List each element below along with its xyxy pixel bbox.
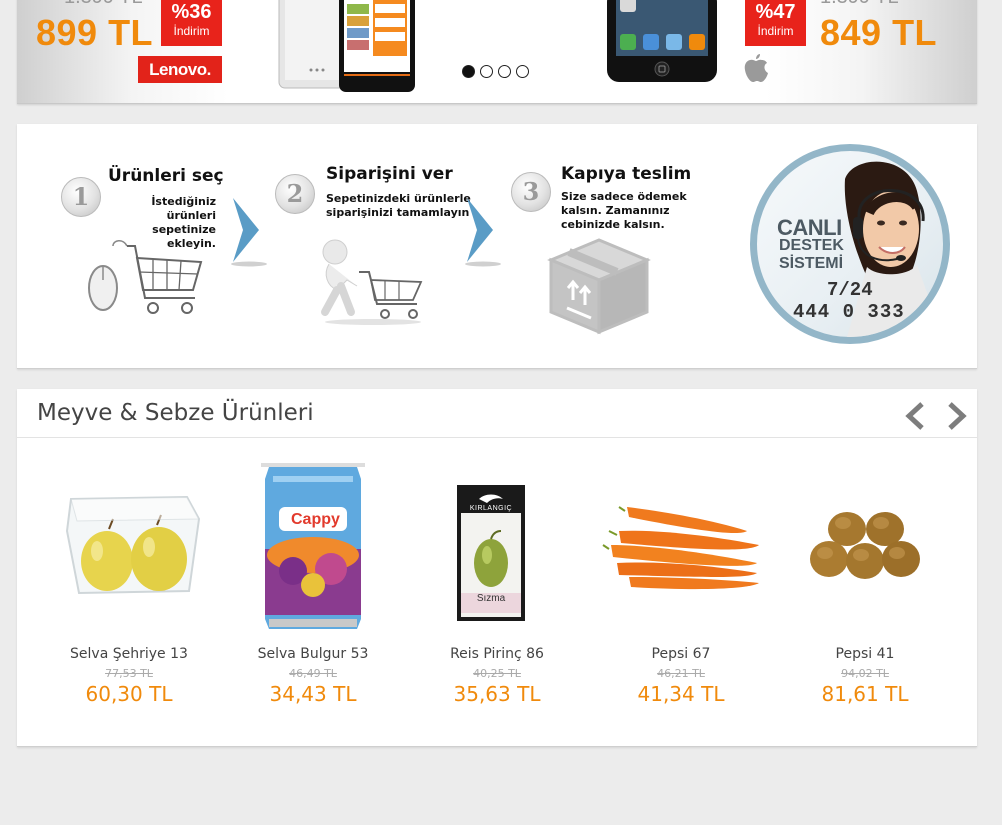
right-discount-pct: %47 [755,1,796,23]
olive-brand-label: KIRLANGIÇ [469,505,513,512]
left-discount-badge: %36 İndirim [161,0,222,46]
product-name[interactable]: Selva Şehriye 13 [37,646,221,662]
product-old-price: 77,53 TL [105,667,153,680]
chevron-right-icon [948,402,967,430]
slider-dot-2[interactable] [480,65,493,78]
product-price: 60,30 TL [85,682,173,706]
support-hours: 7/24 [827,279,873,301]
step-3-desc-line-2: kalsın. Zamanınız [561,204,670,217]
product-name[interactable]: Reis Pirinç 86 [405,646,589,662]
lenovo-phone-image[interactable] [277,0,417,94]
section-title: Meyve & Sebze Ürünleri [37,400,314,426]
step-2-desc-line-2: siparişinizi tamamlayın [326,206,470,219]
product-image-pears[interactable] [37,459,221,634]
step-3-desc-line-1: Size sadece ödemek [561,190,687,203]
live-support-badge[interactable]: CANLI DESTEK SİSTEMİ 7/24 444 0 333 [750,144,950,344]
step-2-desc: Sepetinizdeki ürünlerle siparişinizi tam… [326,192,471,220]
promo-slider[interactable]: 1.399 TL 899 TL %36 İndirim Lenovo. [17,0,977,104]
step-3-title: Kapıya teslim [561,164,692,184]
product-name[interactable]: Pepsi 67 [589,646,773,662]
slider-dot-4[interactable] [516,65,529,78]
iphone-image[interactable] [606,0,718,84]
product-card[interactable]: Selva Şehriye 13 77,53 TL 60,30 TL [37,459,221,706]
apple-logo-icon [742,52,772,84]
product-image-kiwis[interactable] [773,459,957,634]
product-old-price: 40,25 TL [473,667,521,680]
step-1-number: 1 [61,177,101,217]
product-card[interactable]: Pepsi 41 94,02 TL 81,61 TL [773,459,957,706]
product-price: 41,34 TL [637,682,725,706]
product-image-cappy[interactable]: Cappy [221,459,405,634]
right-old-price: 1.399 TL [820,0,899,9]
product-old-price: 46,21 TL [657,667,705,680]
lenovo-logo: Lenovo. [138,56,222,83]
slider-pagination [462,65,529,78]
order-steps-panel: 1 Ürünleri seç İstediğiniz ürünleri sepe… [17,124,977,369]
left-old-price: 1.399 TL [64,0,143,9]
slider-dot-3[interactable] [498,65,511,78]
product-card[interactable]: Cappy Selva Bulgur 53 46,49 TL 34,43 TL [221,459,405,706]
product-old-price: 94,02 TL [841,667,889,680]
person-cart-icon [313,234,425,326]
step-3-desc: Size sadece ödemek kalsın. Zamanınız ceb… [561,190,687,232]
support-title-line-2: DESTEK [779,237,844,254]
product-price: 35,63 TL [453,682,541,706]
step-1-desc-line-1: İstediğiniz ürünleri [151,195,216,222]
step-arrow-2-icon [463,196,503,272]
step-2-desc-line-1: Sepetinizdeki ürünlerle [326,192,471,205]
support-phone[interactable]: 444 0 333 [793,301,905,323]
support-title-line-3: SİSTEMİ [779,255,844,272]
chevron-left-icon [905,402,924,430]
carousel-prev-button[interactable] [902,401,928,431]
product-card[interactable]: KIRLANGIÇ Sızma Reis Pirinç 86 40,25 TL … [405,459,589,706]
product-price: 81,61 TL [821,682,909,706]
product-old-price: 46,49 TL [289,667,337,680]
product-name[interactable]: Pepsi 41 [773,646,957,662]
product-image-olive[interactable]: KIRLANGIÇ Sızma [405,459,589,634]
slider-dot-1[interactable] [462,65,475,78]
product-name[interactable]: Selva Bulgur 53 [221,646,405,662]
left-discount-pct: %36 [171,1,212,23]
right-price: 849 TL [820,12,938,53]
step-3-number: 3 [511,172,551,212]
left-price: 899 TL [36,12,154,53]
product-image-carrots[interactable] [589,459,773,634]
section-header: Meyve & Sebze Ürünleri [17,389,977,438]
left-discount-label: İndirim [173,24,210,38]
step-2-number: 2 [275,174,315,214]
right-discount-label: İndirim [757,24,794,38]
product-card[interactable]: Pepsi 67 46,21 TL 41,34 TL [589,459,773,706]
step-arrow-1-icon [229,196,269,272]
step-3-desc-line-3: cebinizde kalsın. [561,218,665,231]
package-box-icon [547,232,651,336]
step-1-title: Ürünleri seç [108,166,224,186]
step-2-title: Siparişini ver [326,164,453,184]
product-price: 34,43 TL [269,682,357,706]
olive-type-label: Sızma [476,593,506,604]
cappy-label: Cappy [291,511,340,528]
mouse-cart-icon [83,236,207,326]
carousel-next-button[interactable] [944,401,970,431]
right-discount-badge: %47 İndirim [745,0,806,46]
fruit-vegetable-section: Meyve & Sebze Ürünleri Selva Şehriye 13 … [17,389,977,747]
